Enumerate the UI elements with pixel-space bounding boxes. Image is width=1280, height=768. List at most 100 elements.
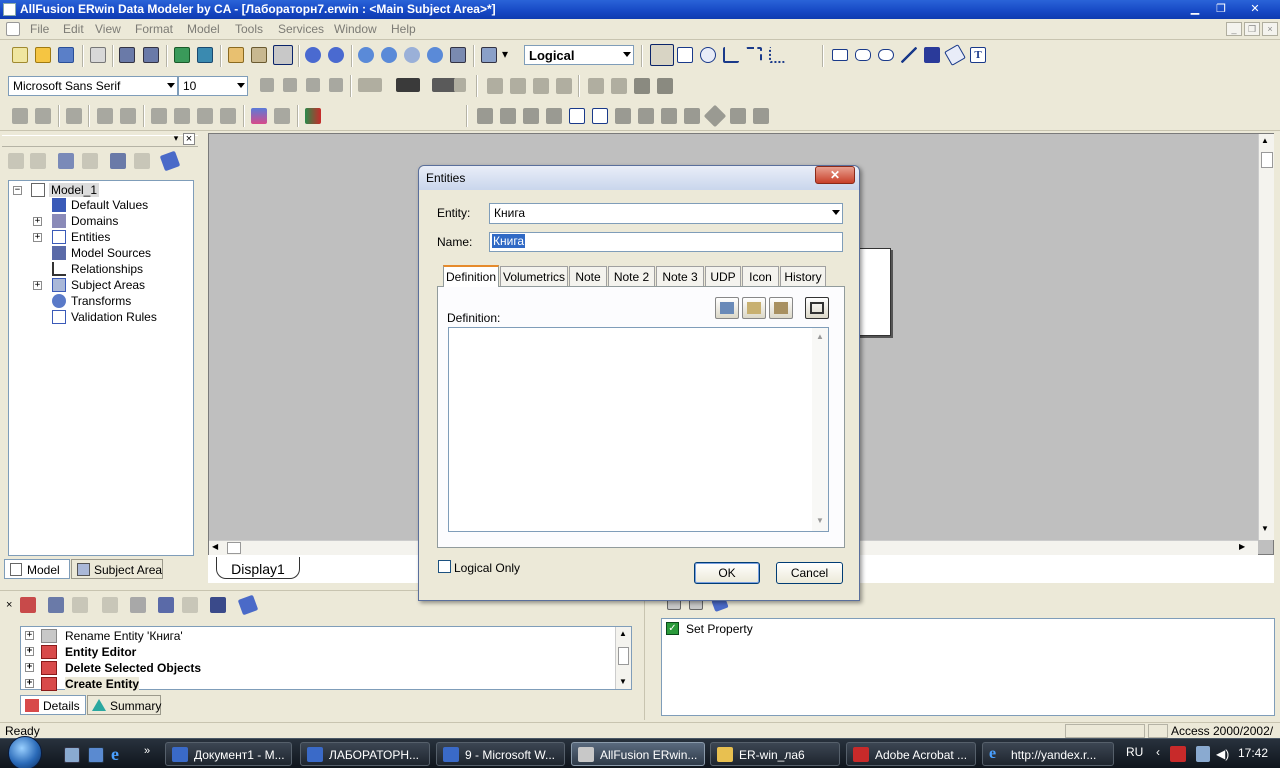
diagram-13-icon[interactable] xyxy=(753,108,769,124)
collapse-icon[interactable]: − xyxy=(13,186,22,195)
diagram-5-icon[interactable] xyxy=(569,108,585,124)
bold-icon[interactable] xyxy=(260,78,274,92)
entity-tool-icon[interactable] xyxy=(677,47,693,63)
action-log-close-icon[interactable]: × xyxy=(6,599,12,611)
paste-button[interactable] xyxy=(769,297,793,319)
italic-icon[interactable] xyxy=(283,78,297,92)
layout-icon[interactable] xyxy=(481,47,497,63)
cut-button[interactable] xyxy=(715,297,739,319)
align-center-icon[interactable] xyxy=(510,78,526,94)
model-tree[interactable]: − Model_1 Default Values + Domains + Ent… xyxy=(8,180,194,556)
scroll-right-icon[interactable]: ▶ xyxy=(1239,542,1245,551)
menu-edit[interactable]: Edit xyxy=(63,22,84,36)
transform-8-icon[interactable] xyxy=(220,108,236,124)
transform-3-icon[interactable] xyxy=(97,108,113,124)
diagram-3-icon[interactable] xyxy=(523,108,539,124)
switch-windows-icon[interactable] xyxy=(88,747,104,763)
vertical-scroll-thumb[interactable] xyxy=(1261,152,1273,168)
menu-model[interactable]: Model xyxy=(187,22,220,36)
dialog-title-bar[interactable]: Entities ✕ xyxy=(419,166,859,190)
save-icon[interactable] xyxy=(58,47,74,63)
tree-node-default-values[interactable]: Default Values xyxy=(52,198,148,212)
space-down-icon[interactable] xyxy=(611,78,627,94)
tree-node-relationships[interactable]: Relationships xyxy=(52,262,143,276)
explorer-find-next-icon[interactable] xyxy=(134,153,150,169)
entity-select[interactable]: Книга xyxy=(489,203,843,224)
transform-7-icon[interactable] xyxy=(197,108,213,124)
line-icon[interactable] xyxy=(901,47,917,63)
diagram-1-icon[interactable] xyxy=(477,108,493,124)
new-icon[interactable] xyxy=(12,47,28,63)
transform-5-icon[interactable] xyxy=(151,108,167,124)
zoom-in-icon[interactable] xyxy=(358,47,374,63)
tab-definition[interactable]: Definition xyxy=(443,265,499,287)
definition-scrollbar[interactable]: ▲ ▼ xyxy=(812,328,828,531)
transform-10-icon[interactable] xyxy=(274,108,290,124)
diagram-9-icon[interactable] xyxy=(661,108,677,124)
tree-node-model[interactable]: Model_1 xyxy=(31,183,100,197)
definition-textarea[interactable]: ▲ ▼ xyxy=(448,327,829,532)
zoom-actual-icon[interactable] xyxy=(450,47,466,63)
model-type-select[interactable]: Logical xyxy=(524,45,634,65)
log-copy-icon[interactable] xyxy=(130,597,146,613)
complete-compare-icon[interactable] xyxy=(251,47,267,63)
window-title-bar[interactable]: AllFusion ERwin Data Modeler by CA - [Ла… xyxy=(0,0,1280,19)
tab-note-3[interactable]: Note 3 xyxy=(656,266,704,286)
scroll-up-icon[interactable]: ▲ xyxy=(619,629,627,638)
non-identifying-relationship-icon[interactable] xyxy=(746,47,762,63)
transform-2-icon[interactable] xyxy=(35,108,51,124)
log-settings-icon[interactable] xyxy=(210,597,226,613)
log-options-icon[interactable] xyxy=(237,594,259,616)
undo-icon[interactable] xyxy=(305,47,321,63)
line-color-icon[interactable] xyxy=(396,78,420,92)
menu-tools[interactable]: Tools xyxy=(235,22,263,36)
diagram-12-icon[interactable] xyxy=(730,108,746,124)
tab-details[interactable]: Details xyxy=(20,695,86,715)
explorer-find-icon[interactable] xyxy=(110,153,126,169)
menu-format[interactable]: Format xyxy=(135,22,173,36)
pane-grip[interactable] xyxy=(2,135,198,147)
tree-node-subject-areas[interactable]: Subject Areas xyxy=(52,278,145,292)
align-left-icon[interactable] xyxy=(487,78,503,94)
diagram-11-icon[interactable] xyxy=(703,104,727,128)
task-document1[interactable]: Документ1 - M... xyxy=(165,742,292,766)
list-item[interactable]: ✓ Set Property xyxy=(666,622,753,636)
color-dropdown-icon[interactable] xyxy=(454,78,466,92)
copy-button[interactable] xyxy=(742,297,766,319)
mdi-minimize-icon[interactable]: _ xyxy=(1226,22,1242,36)
clock[interactable]: 17:42 xyxy=(1238,746,1268,760)
antivirus-icon[interactable] xyxy=(1170,746,1186,762)
same-height-icon[interactable] xyxy=(657,78,673,94)
tab-model[interactable]: Model xyxy=(4,559,70,579)
log-filter-icon[interactable] xyxy=(102,597,118,613)
lock-icon[interactable] xyxy=(66,108,82,124)
subtype-tool-icon[interactable] xyxy=(700,47,716,63)
font-size-select[interactable]: 10 xyxy=(178,76,248,96)
task-microsoft-word[interactable]: 9 - Microsoft W... xyxy=(436,742,565,766)
tray-expand-icon[interactable]: ‹ xyxy=(1156,745,1160,759)
align-top-icon[interactable] xyxy=(556,78,572,94)
tab-volumetrics[interactable]: Volumetrics xyxy=(500,266,568,286)
ok-button[interactable]: OK xyxy=(694,562,760,584)
vertical-scrollbar[interactable]: ▲ ▼ xyxy=(1258,134,1274,540)
expand-icon[interactable]: + xyxy=(25,679,34,688)
list-item[interactable]: + Entity Editor xyxy=(25,645,136,659)
properties-icon[interactable] xyxy=(58,153,74,169)
cancel-button[interactable]: Cancel xyxy=(776,562,843,584)
log-find-icon[interactable] xyxy=(48,597,64,613)
action-log-list[interactable]: + Rename Entity 'Книга' + Entity Editor + D… xyxy=(20,626,632,691)
expand-icon[interactable]: + xyxy=(25,663,34,672)
log-find-next-icon[interactable] xyxy=(72,597,88,613)
mdi-close-icon[interactable]: × xyxy=(1262,22,1278,36)
same-width-icon[interactable] xyxy=(634,78,650,94)
find-icon[interactable] xyxy=(119,47,135,63)
expand-icon[interactable]: + xyxy=(33,233,42,242)
tree-node-transforms[interactable]: Transforms xyxy=(52,294,131,308)
polyline-icon[interactable] xyxy=(924,47,940,63)
log-scrollbar[interactable]: ▲ ▼ xyxy=(615,627,631,689)
tab-display1[interactable]: Display1 xyxy=(216,557,300,579)
logical-only-checkbox[interactable] xyxy=(438,560,451,573)
font-color-icon[interactable] xyxy=(432,78,456,92)
network-icon[interactable] xyxy=(1196,746,1210,762)
delete-icon[interactable] xyxy=(82,153,98,169)
